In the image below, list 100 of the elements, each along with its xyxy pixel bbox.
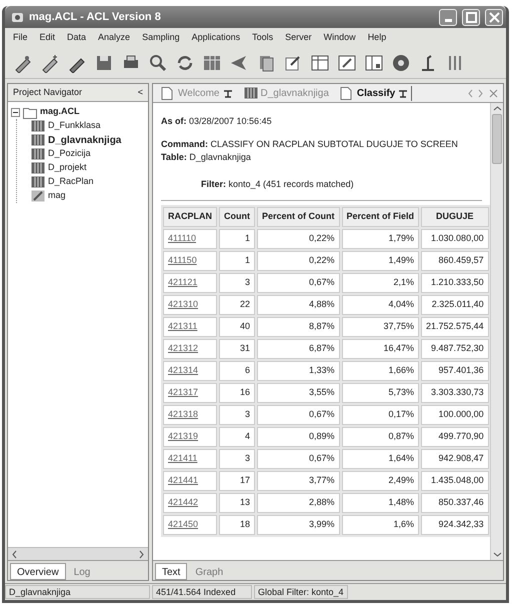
table-cell: 3,99% (257, 514, 340, 534)
table-link[interactable]: 421441 (163, 470, 217, 490)
table-cell: 2,1% (342, 272, 420, 292)
close-icon[interactable] (489, 88, 498, 98)
table-link[interactable]: 421314 (163, 360, 217, 380)
menu-item[interactable]: Server (285, 30, 312, 44)
table-cell: 0,87% (342, 426, 420, 446)
tree-item[interactable]: D_Pozicija (48, 147, 91, 161)
panel-tab[interactable]: Overview (10, 563, 66, 580)
column-header: Count (219, 206, 255, 226)
table-cell: 850.337,46 (421, 492, 489, 512)
minimize-icon[interactable] (444, 19, 452, 22)
table-cell: 0,67% (257, 448, 340, 468)
table-cell: 16,47% (342, 338, 420, 358)
table-link[interactable]: 411150 (163, 250, 217, 270)
table-cell: 2,88% (257, 492, 340, 512)
table-cell: 8,87% (257, 316, 340, 336)
column-header: DUGUJE (421, 206, 489, 226)
table-icon (31, 120, 45, 132)
menu-item[interactable]: Data (67, 30, 86, 44)
table-cell: 1.210.333,50 (421, 272, 489, 292)
table-cell: 2.325.011,40 (421, 294, 489, 314)
table-cell: 0,67% (257, 272, 340, 292)
page-icon (161, 86, 175, 100)
table-icon[interactable] (337, 52, 357, 72)
table-link[interactable]: 421442 (163, 492, 217, 512)
table-cell: 1.435.048,00 (421, 470, 489, 490)
table-link[interactable]: 421312 (163, 338, 217, 358)
table-link[interactable]: 421411 (163, 448, 217, 468)
tree-item[interactable]: D_RacPlan (48, 175, 94, 189)
column-header: RACPLAN (163, 206, 217, 226)
table-icon (31, 148, 45, 160)
close-button[interactable] (485, 8, 503, 26)
table-link[interactable]: 421310 (163, 294, 217, 314)
table-cell: 5,73% (342, 382, 420, 402)
table-icon (31, 134, 45, 146)
table-cell: 31 (219, 338, 255, 358)
menu-item[interactable]: Analyze (98, 30, 130, 44)
table-cell: 924.342,33 (421, 514, 489, 534)
table-link[interactable]: 421450 (163, 514, 217, 534)
horizontal-scrollbar[interactable] (8, 547, 148, 560)
table-icon (244, 86, 258, 100)
table-cell: 957.401,36 (421, 360, 489, 380)
table-cell: 2,49% (342, 470, 420, 490)
tree-item[interactable]: D_Funkklasa (48, 119, 101, 133)
column-header: Percent of Field (342, 206, 420, 226)
document-tab[interactable]: Classify (336, 86, 412, 100)
table-link[interactable]: 421318 (163, 404, 217, 424)
report-filter: Filter: konto_4 (451 records matched) (200, 178, 355, 191)
table-link[interactable]: 421317 (163, 382, 217, 402)
table-cell: 3 (219, 272, 255, 292)
app-icon (11, 10, 24, 24)
table-cell: 1,49% (342, 250, 420, 270)
table-link[interactable]: 411110 (163, 228, 217, 248)
menu-item[interactable]: Window (324, 30, 356, 44)
table-cell: 1,64% (342, 448, 420, 468)
menu-item[interactable]: Help (368, 30, 386, 44)
scrollbar-thumb[interactable] (492, 114, 502, 164)
column-header: Percent of Count (257, 206, 340, 226)
menu-item[interactable]: Edit (40, 30, 56, 44)
report-table: Table: D_glavnaknjiga (161, 151, 482, 164)
table-icon[interactable] (310, 52, 330, 72)
menu-item[interactable]: Applications (192, 30, 240, 44)
maximize-button[interactable] (462, 8, 480, 26)
menu-item[interactable]: Sampling (142, 30, 180, 44)
table-cell: 860.459,57 (421, 250, 489, 270)
table-cell: 0,22% (257, 250, 340, 270)
table-cell: 0,89% (257, 426, 340, 446)
tree-item[interactable]: mag (48, 189, 66, 203)
minimize-button[interactable] (439, 8, 457, 26)
table-icon[interactable] (364, 52, 384, 72)
disc-icon[interactable] (391, 52, 411, 72)
table-cell: 3,55% (257, 382, 340, 402)
table-link[interactable]: 421121 (163, 272, 217, 292)
tree-item[interactable]: mag.ACL (40, 105, 80, 119)
collapse-button[interactable]: < (138, 86, 143, 100)
search-icon[interactable] (148, 52, 168, 72)
vertical-scrollbar[interactable] (490, 103, 503, 560)
table-link[interactable]: 421311 (163, 316, 217, 336)
window-title: mag.ACL - ACL Version 8 (29, 10, 162, 25)
table-cell: 1,79% (342, 228, 420, 248)
table-cell: 0,22% (257, 228, 340, 248)
view-tab[interactable]: Text (155, 563, 188, 580)
menu-item[interactable]: File (13, 30, 28, 44)
menu-item[interactable]: Tools (252, 30, 274, 44)
tree-item[interactable]: D_projekt (48, 161, 87, 175)
table-cell: 100.000,00 (421, 404, 489, 424)
table-cell: 17 (219, 470, 255, 490)
table-link[interactable]: 421319 (163, 426, 217, 446)
table-cell: 22 (219, 294, 255, 314)
table-cell: 1,66% (342, 360, 420, 380)
status-text: Global Filter: konto_4 (254, 585, 348, 599)
table-cell: 40 (219, 316, 255, 336)
panel-title: Project Navigator (13, 86, 82, 99)
table-cell: 37,75% (342, 316, 420, 336)
page-icon (340, 86, 354, 100)
tree-item[interactable]: D_glavnaknjiga (48, 132, 122, 148)
table-cell: 21.752.575,44 (421, 316, 489, 336)
collapse-icon[interactable] (11, 108, 20, 116)
table-cell: 4,04% (342, 294, 420, 314)
